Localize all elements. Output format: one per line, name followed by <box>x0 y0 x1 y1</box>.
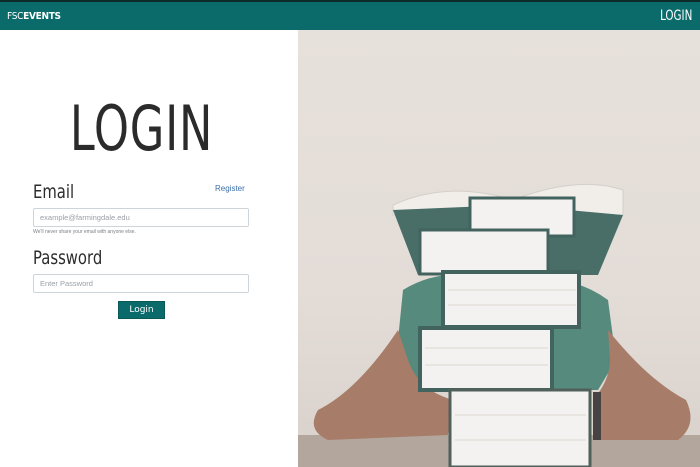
brand-logo[interactable]: FSCEVENTS <box>7 11 61 22</box>
brand-suffix: EVENTS <box>23 11 61 22</box>
password-label: Password <box>33 247 103 269</box>
email-help-text: We'll never share your email with anyone… <box>33 229 136 235</box>
hero-image <box>298 30 700 467</box>
nav-login-link[interactable]: LOGIN <box>660 8 692 24</box>
books-photo-illustration <box>298 30 700 467</box>
photo-tint <box>298 30 700 467</box>
email-label: Email <box>33 181 75 203</box>
register-link[interactable]: Register <box>215 184 245 193</box>
top-navbar: FSCEVENTS LOGIN <box>0 0 700 30</box>
login-button[interactable]: Login <box>118 301 165 319</box>
password-field[interactable] <box>33 274 249 293</box>
brand-prefix: FSC <box>7 11 24 22</box>
email-field[interactable] <box>33 208 249 227</box>
page-title: LOGIN <box>69 92 214 165</box>
